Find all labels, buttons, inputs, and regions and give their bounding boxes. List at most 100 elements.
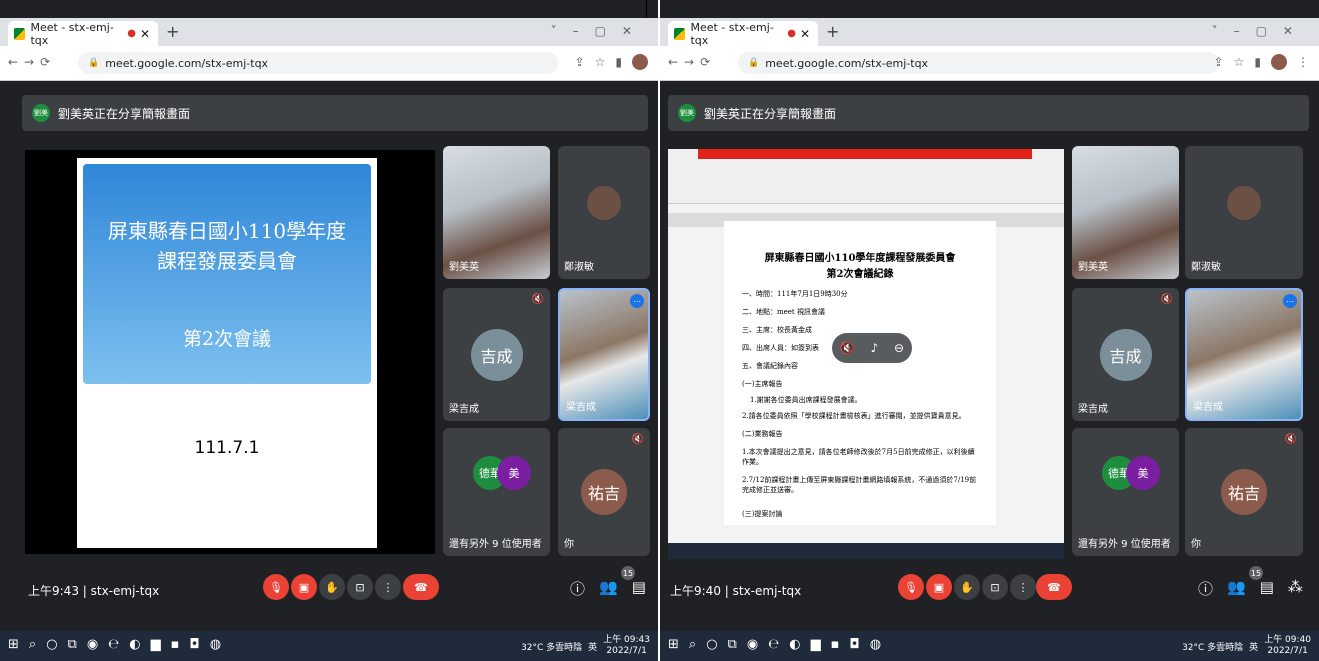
info-icon[interactable]: ⓘ <box>1198 578 1213 599</box>
mic-off-icon[interactable]: 🔇 <box>840 341 855 355</box>
slide-title-line2: 課程發展委員會 <box>157 249 297 273</box>
nav-buttons[interactable]: ←→⟳ <box>8 55 56 69</box>
self-tile[interactable]: 🔇 祐吉 你 <box>1185 428 1303 556</box>
camera-off-icon[interactable]: ▣ <box>291 574 317 600</box>
task-view-icon[interactable]: ⧉ <box>728 637 737 652</box>
present-icon[interactable]: ⊡ <box>347 574 373 600</box>
ie-icon[interactable]: ℮ <box>108 637 119 652</box>
others-tile[interactable]: 德華 美 還有另外 9 位使用者 <box>443 428 550 556</box>
participant-tile-video[interactable]: ⋯ 梁吉成 <box>558 288 650 421</box>
omnibox[interactable]: 🔒 meet.google.com/stx-emj-tqx <box>738 52 1219 74</box>
mic-off-icon[interactable]: 🎙 <box>898 574 924 600</box>
chat-icon[interactable]: ▤ <box>632 578 646 599</box>
file-explorer-icon[interactable]: ▆ <box>151 637 161 652</box>
edge-icon[interactable]: ◐ <box>789 637 800 652</box>
word-icon[interactable]: ▪ <box>831 637 840 652</box>
others-tile[interactable]: 德華 美 還有另外 9 位使用者 <box>1072 428 1179 556</box>
tray-clock[interactable]: 上午 09:43 2022/7/1 <box>603 635 650 657</box>
more-icon[interactable]: ⋯ <box>1283 294 1297 308</box>
participant-tile-video[interactable]: 劉美英 <box>443 146 550 279</box>
omnibox[interactable]: 🔒 meet.google.com/stx-emj-tqx <box>78 52 558 74</box>
profile-avatar[interactable] <box>632 54 648 70</box>
more-icon[interactable]: ⋮ <box>1010 574 1036 600</box>
sidebar-icon[interactable]: ▮ <box>615 55 622 69</box>
participant-name: 鄭淑敏 <box>1191 262 1221 273</box>
chat-icon[interactable]: ▤ <box>1260 578 1274 599</box>
doc-subtitle: 第2次會議紀錄 <box>826 269 894 280</box>
nav-buttons[interactable]: ←→⟳ <box>668 55 716 69</box>
participant-name: 梁吉成 <box>449 404 479 415</box>
raise-hand-icon[interactable]: ✋ <box>954 574 980 600</box>
tab-bar: Meet - stx-emj-tqx ● ✕ + ˅–▢✕ <box>660 18 1319 47</box>
doc-line: 三、主席：校長黃金成 <box>742 326 812 334</box>
cortana-icon[interactable]: ○ <box>46 637 57 652</box>
weather-text: 32°C 多雲時陰 <box>1182 642 1244 653</box>
self-tile[interactable]: 🔇 祐吉 你 <box>558 428 650 556</box>
participant-tile[interactable]: 🔇 吉成 梁吉成 <box>1072 288 1179 421</box>
participant-avatar: 美 <box>1126 456 1160 490</box>
participant-tile-video[interactable]: ⋯ 梁吉成 <box>1185 288 1303 421</box>
mic-off-icon[interactable]: 🎙 <box>263 574 289 600</box>
new-tab-icon[interactable]: + <box>826 22 839 41</box>
present-icon[interactable]: ⊡ <box>982 574 1008 600</box>
doc-line: (二)業務報告 <box>742 430 783 438</box>
presentation-stage: 屏東縣春日國小110學年度 課程發展委員會 第2次會議 111.7.1 <box>25 150 435 554</box>
windows-start-icon[interactable]: ⊞ <box>668 637 679 652</box>
more-icon[interactable]: ⋮ <box>1297 55 1309 69</box>
participant-tile-video[interactable]: 劉美英 <box>1072 146 1179 279</box>
chrome-icon[interactable]: ◍ <box>210 637 221 652</box>
raise-hand-icon[interactable]: ✋ <box>319 574 345 600</box>
bookmark-star-icon[interactable]: ☆ <box>1234 55 1245 69</box>
presenter-overlay-controls[interactable]: 🔇 ♪ ⊖ <box>832 333 912 363</box>
tray-clock[interactable]: 上午 09:40 2022/7/1 <box>1264 635 1311 657</box>
search-icon[interactable]: ⌕ <box>689 637 696 652</box>
profile-avatar[interactable] <box>1271 54 1287 70</box>
word-icon[interactable]: ▪ <box>171 637 180 652</box>
participant-name: 梁吉成 <box>1193 402 1223 413</box>
people-icon[interactable]: 👥 15 <box>1227 566 1264 599</box>
doc-line: 一、時間：111年7月1日9時30分 <box>742 290 848 298</box>
task-view-icon[interactable]: ⧉ <box>68 637 77 652</box>
chrome-icon[interactable]: ◍ <box>870 637 881 652</box>
hangup-icon[interactable]: ☎ <box>1036 574 1072 600</box>
participant-tile[interactable]: 鄭淑敏 <box>1185 146 1303 279</box>
presenter-banner-text: 劉美英正在分享簡報畫面 <box>704 106 837 121</box>
more-icon[interactable]: ⋮ <box>375 574 401 600</box>
window-controls[interactable]: ˅–▢✕ <box>551 24 648 38</box>
firefox-icon[interactable]: ◉ <box>87 637 98 652</box>
new-tab-icon[interactable]: + <box>166 22 179 41</box>
search-icon[interactable]: ⌕ <box>29 637 36 652</box>
close-icon[interactable]: ✕ <box>140 27 150 41</box>
share-icon[interactable]: ⇪ <box>575 55 585 69</box>
hangup-icon[interactable]: ☎ <box>403 574 439 600</box>
info-icon[interactable]: ⓘ <box>570 578 585 599</box>
minus-icon[interactable]: ⊖ <box>894 341 904 355</box>
ime-indicator[interactable]: 英 <box>1249 640 1258 653</box>
file-explorer-icon[interactable]: ▆ <box>811 637 821 652</box>
ie-icon[interactable]: ℮ <box>768 637 779 652</box>
toolbar-icons: ⇪ ☆ ▮ <box>575 54 648 70</box>
taskbar-icons: ⊞ ⌕ ○ ⧉ ◉ ℮ ◐ ▆ ▪ ◘ ◍ <box>8 637 221 652</box>
bookmark-star-icon[interactable]: ☆ <box>595 55 606 69</box>
participant-tile[interactable]: 鄭淑敏 <box>558 146 650 279</box>
people-icon[interactable]: 👥 15 <box>599 566 636 599</box>
sidebar-icon[interactable]: ▮ <box>1254 55 1261 69</box>
line-icon[interactable]: ◘ <box>189 637 199 652</box>
window-controls[interactable]: ˅–▢✕ <box>1212 24 1309 38</box>
browser-tab[interactable]: Meet - stx-emj-tqx ● ✕ <box>668 21 818 47</box>
close-icon[interactable]: ✕ <box>800 27 810 41</box>
windows-start-icon[interactable]: ⊞ <box>8 637 19 652</box>
doc-line: (三)提案討論 <box>742 510 783 518</box>
camera-off-icon[interactable]: ▣ <box>926 574 952 600</box>
activities-icon[interactable]: ⁂ <box>1288 578 1303 599</box>
more-icon[interactable]: ⋯ <box>630 294 644 308</box>
share-icon[interactable]: ⇪ <box>1214 55 1224 69</box>
participant-tile[interactable]: 🔇 吉成 梁吉成 <box>443 288 550 421</box>
volume-icon[interactable]: ♪ <box>871 341 879 355</box>
edge-icon[interactable]: ◐ <box>129 637 140 652</box>
cortana-icon[interactable]: ○ <box>706 637 717 652</box>
line-icon[interactable]: ◘ <box>849 637 859 652</box>
ime-indicator[interactable]: 英 <box>588 640 597 653</box>
firefox-icon[interactable]: ◉ <box>747 637 758 652</box>
browser-tab[interactable]: Meet - stx-emj-tqx ● ✕ <box>8 21 158 47</box>
